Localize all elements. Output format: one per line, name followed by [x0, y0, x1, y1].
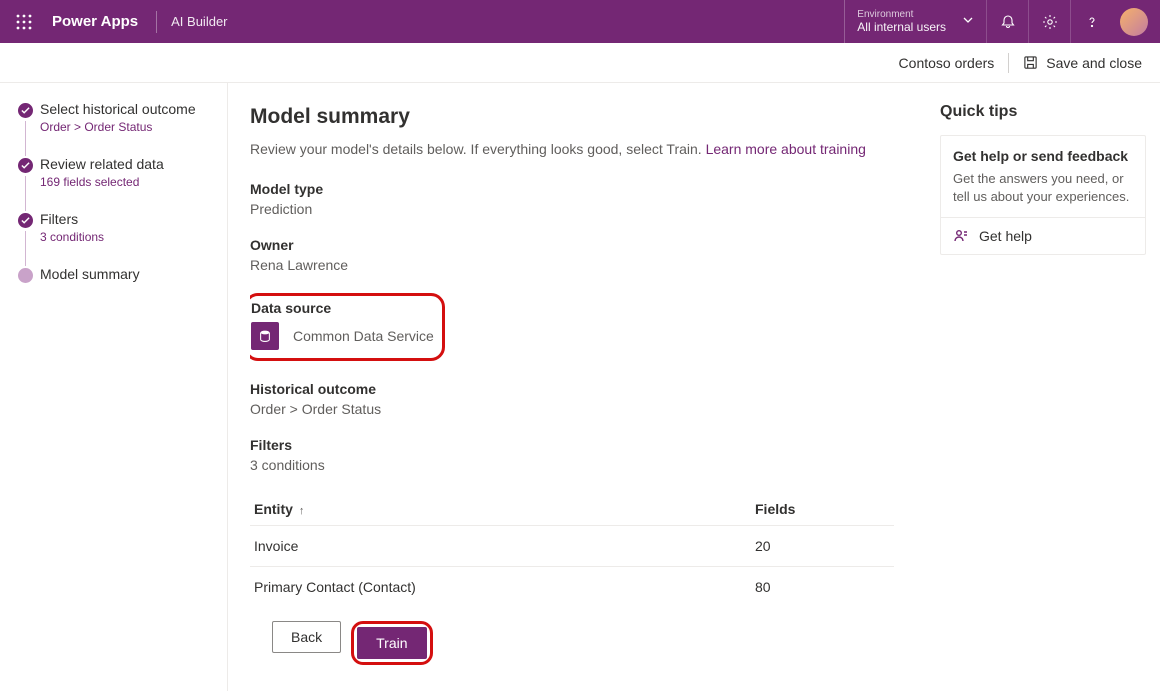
- quick-tips-panel: Quick tips Get help or send feedback Get…: [928, 83, 1160, 691]
- model-type-value: Prediction: [250, 201, 894, 217]
- entity-cell: Invoice: [250, 526, 751, 567]
- data-source-label: Data source: [251, 300, 434, 316]
- divider: [156, 11, 157, 33]
- filters-label: Filters: [250, 437, 894, 453]
- chevron-down-icon: [962, 13, 974, 31]
- app-launcher-icon[interactable]: [8, 6, 40, 38]
- steps-sidebar: Select historical outcome Order > Order …: [0, 83, 228, 691]
- annotation-train: Train: [351, 621, 432, 665]
- annotation-data-source: Data source Common Data Service: [250, 293, 445, 361]
- environment-label: Environment: [857, 9, 946, 20]
- tip-title: Get help or send feedback: [941, 136, 1145, 168]
- step-review-related-data[interactable]: Review related data 169 fields selected: [18, 156, 215, 189]
- back-button[interactable]: Back: [272, 621, 341, 653]
- step-title: Select historical outcome: [40, 101, 215, 117]
- data-source-icon: [251, 322, 279, 350]
- sort-ascending-icon: ↑: [299, 505, 305, 517]
- historical-outcome-value: Order > Order Status: [250, 401, 894, 417]
- column-header-entity[interactable]: Entity↑: [250, 493, 751, 526]
- step-model-summary[interactable]: Model summary: [18, 266, 215, 282]
- tip-body: Get the answers you need, or tell us abo…: [941, 168, 1145, 217]
- historical-outcome-label: Historical outcome: [250, 381, 894, 397]
- step-title: Filters: [40, 211, 215, 227]
- step-complete-icon: [18, 213, 33, 228]
- step-current-icon: [18, 268, 33, 283]
- tip-card: Get help or send feedback Get the answer…: [940, 135, 1146, 255]
- entity-cell: Primary Contact (Contact): [250, 567, 751, 608]
- command-bar: Contoso orders Save and close: [0, 43, 1160, 83]
- user-avatar[interactable]: [1120, 8, 1148, 36]
- train-button[interactable]: Train: [357, 627, 426, 659]
- help-person-icon: [953, 228, 969, 244]
- model-type-label: Model type: [250, 181, 894, 197]
- step-subtitle: 3 conditions: [40, 230, 215, 244]
- main-panel: Model summary Review your model's detail…: [228, 83, 928, 691]
- brand-title[interactable]: Power Apps: [52, 13, 138, 30]
- top-app-bar: Power Apps AI Builder Environment All in…: [0, 0, 1160, 43]
- save-and-close-button[interactable]: Save and close: [1023, 55, 1142, 71]
- settings-gear-icon[interactable]: [1028, 0, 1070, 43]
- quick-tips-heading: Quick tips: [940, 103, 1146, 121]
- step-subtitle: Order > Order Status: [40, 120, 215, 134]
- save-icon: [1023, 55, 1038, 70]
- step-complete-icon: [18, 103, 33, 118]
- footer-buttons: Back Train: [250, 607, 900, 679]
- fields-cell: 80: [751, 567, 894, 608]
- column-header-fields[interactable]: Fields: [751, 493, 894, 526]
- step-title: Review related data: [40, 156, 215, 172]
- data-source-value: Common Data Service: [293, 328, 434, 344]
- notifications-icon[interactable]: [986, 0, 1028, 43]
- step-complete-icon: [18, 158, 33, 173]
- learn-more-link[interactable]: Learn more about training: [706, 141, 866, 157]
- breadcrumb[interactable]: Contoso orders: [899, 55, 995, 71]
- environment-picker[interactable]: Environment All internal users: [844, 0, 986, 43]
- table-row[interactable]: Primary Contact (Contact) 80: [250, 567, 894, 608]
- environment-value: All internal users: [857, 20, 946, 34]
- entity-fields-table: Entity↑ Fields Invoice 20 Primary Contac…: [250, 493, 894, 608]
- step-filters[interactable]: Filters 3 conditions: [18, 211, 215, 244]
- intro-text: Review your model's details below. If ev…: [250, 141, 894, 157]
- table-row[interactable]: Invoice 20: [250, 526, 894, 567]
- step-title: Model summary: [40, 266, 215, 282]
- fields-cell: 20: [751, 526, 894, 567]
- owner-value: Rena Lawrence: [250, 257, 894, 273]
- save-close-label: Save and close: [1046, 55, 1142, 71]
- step-subtitle: 169 fields selected: [40, 175, 215, 189]
- owner-label: Owner: [250, 237, 894, 253]
- get-help-link[interactable]: Get help: [941, 217, 1145, 254]
- page-title: Model summary: [250, 105, 894, 129]
- divider: [1008, 53, 1009, 73]
- help-icon[interactable]: [1070, 0, 1112, 43]
- sub-brand[interactable]: AI Builder: [171, 14, 227, 29]
- step-select-historical-outcome[interactable]: Select historical outcome Order > Order …: [18, 101, 215, 134]
- filters-value: 3 conditions: [250, 457, 894, 473]
